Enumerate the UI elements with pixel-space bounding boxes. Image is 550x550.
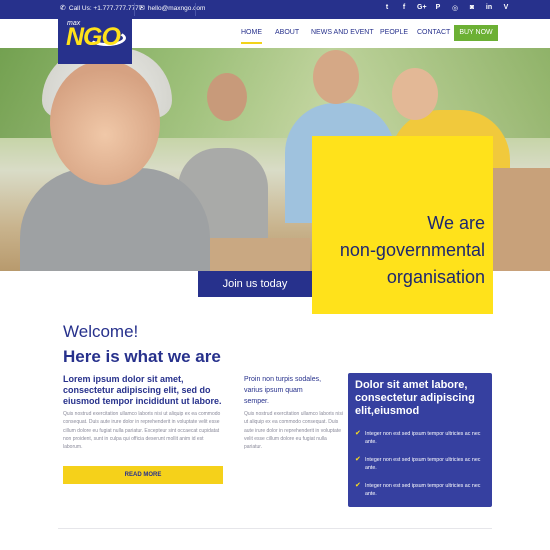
dribbble-icon[interactable]: ◎: [451, 4, 459, 12]
volunteer-figure: [207, 73, 247, 121]
divider: [195, 3, 196, 16]
read-more-button[interactable]: READ MORE: [63, 466, 223, 484]
volunteer-figure: [392, 68, 438, 120]
welcome-heading: Welcome!: [63, 322, 139, 341]
body-paragraph: Quis nostrud exercitation ullamco labori…: [244, 411, 343, 451]
buy-now-button[interactable]: BUY NOW: [454, 25, 498, 41]
email-text: hello@maxngo.com: [147, 4, 206, 12]
list-item: ✔ Integer non est sed ipsum tempor ultri…: [355, 482, 487, 498]
list-item: ✔ Integer non est sed ipsum tempor ultri…: [355, 456, 487, 472]
body-paragraph: Quis nostrud exercitation ullamco labori…: [63, 411, 221, 451]
phone-contact[interactable]: ✆ Call Us: +1.777.777.7777: [60, 4, 143, 13]
vimeo-icon[interactable]: V: [502, 4, 510, 12]
hero-tagline-panel: We are non-governmental organisation: [312, 136, 493, 314]
nav-contact[interactable]: CONTACT: [417, 29, 450, 36]
section-heading: Here is what we are: [63, 347, 221, 366]
nav-about[interactable]: ABOUT: [275, 29, 299, 36]
social-links: t f G+ P ◎ ◙ in V: [383, 4, 510, 12]
logo-main-text: NGO: [66, 23, 121, 51]
list-item: ✔ Integer non est sed ipsum tempor ultri…: [355, 430, 487, 446]
panel-heading: Dolor sit amet labore, consectetur adipi…: [355, 379, 475, 417]
pinterest-icon[interactable]: P: [434, 4, 442, 12]
phone-text: Call Us: +1.777.777.7777: [68, 4, 143, 12]
list-item-text: Integer non est sed ipsum tempor ultrici…: [365, 431, 481, 445]
divider: [58, 528, 492, 529]
volunteer-figure: [313, 50, 359, 104]
twitter-icon[interactable]: t: [383, 4, 391, 12]
facebook-icon[interactable]: f: [400, 4, 408, 12]
phone-icon: ✆: [60, 5, 66, 12]
nav-news-and-event[interactable]: NEWS AND EVENT: [311, 29, 374, 36]
join-us-button[interactable]: Join us today: [198, 271, 312, 297]
list-item-text: Integer non est sed ipsum tempor ultrici…: [365, 483, 481, 497]
nav-people[interactable]: PEOPLE: [380, 29, 408, 36]
nav-home[interactable]: HOME: [241, 29, 262, 44]
table: [200, 238, 310, 271]
volunteer-figure: [50, 60, 160, 185]
hero-tagline-line: We are: [427, 213, 485, 233]
check-icon: ✔: [355, 430, 361, 437]
google-plus-icon[interactable]: G+: [417, 4, 427, 12]
divider: [134, 3, 135, 16]
list-item-text: Integer non est sed ipsum tempor ultrici…: [365, 457, 481, 471]
site-logo[interactable]: max NGO: [58, 14, 132, 64]
check-icon: ✔: [355, 482, 361, 489]
hero-tagline-line: organisation: [386, 267, 485, 287]
hero-tagline-line: non-governmental: [339, 240, 485, 260]
linkedin-icon[interactable]: in: [485, 4, 493, 12]
check-icon: ✔: [355, 456, 361, 463]
subheading: Proin non turpis sodales, varius ipsum q…: [244, 376, 322, 405]
features-panel: Dolor sit amet labore, consectetur adipi…: [348, 373, 492, 507]
instagram-icon[interactable]: ◙: [468, 4, 476, 12]
envelope-icon: ✉: [139, 5, 145, 12]
lead-paragraph: Lorem ipsum dolor sit amet, consectetur …: [63, 374, 222, 406]
